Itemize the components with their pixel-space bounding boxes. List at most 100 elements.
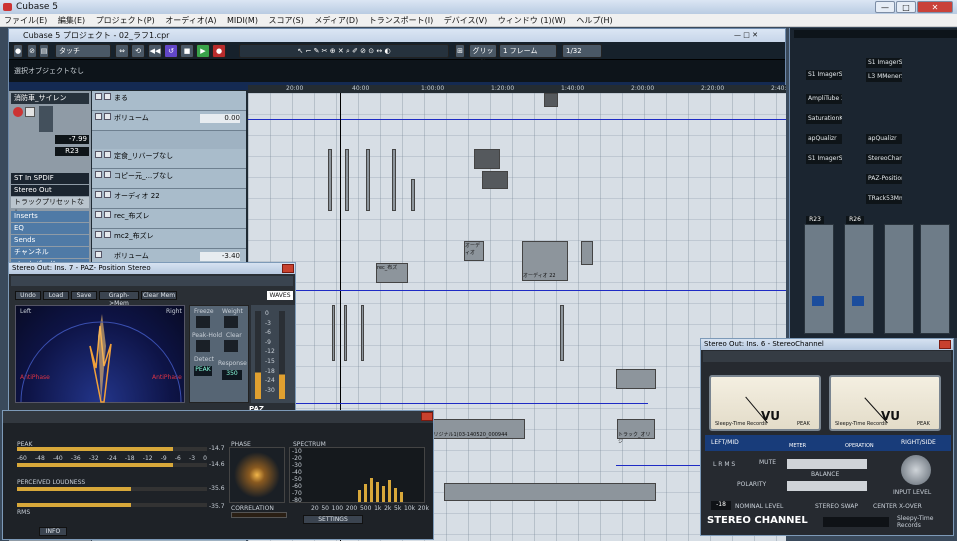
audio-event[interactable] — [560, 305, 564, 361]
inspector-sends[interactable]: Sends — [11, 235, 89, 246]
insert-slot[interactable]: apQualizr — [866, 134, 902, 144]
menu-transport[interactable]: トランスポート(I) — [369, 16, 433, 25]
clear-button[interactable] — [224, 340, 238, 352]
track-row[interactable]: ボリューム 0.00 — [92, 111, 246, 131]
tool-buttons[interactable]: ↖ ⌐ ✎ ✂ ⊕ ✕ ⌕ ✐ ⊘ ⊙ ↔ ◐ — [239, 44, 449, 58]
inspector-fader[interactable] — [39, 106, 53, 132]
track-row[interactable]: まる — [92, 91, 246, 111]
menu-help[interactable]: ヘルプ(H) — [576, 16, 612, 25]
track-row[interactable]: rec_布ズレ — [92, 209, 246, 229]
menu-edit[interactable]: 編集(E) — [58, 16, 85, 25]
automation-mode-select[interactable]: タッチ — [55, 44, 111, 58]
audio-event[interactable] — [332, 305, 335, 361]
audio-event[interactable] — [366, 149, 370, 211]
automation-value[interactable]: 0.00 — [200, 114, 240, 123]
mute-icon[interactable] — [95, 113, 102, 120]
menu-window[interactable]: ウィンドウ (1)(W) — [498, 16, 566, 25]
play-button[interactable]: ▶ — [196, 44, 210, 58]
insert-slot[interactable]: L3 MMenerSt — [866, 72, 902, 82]
audio-event[interactable]: オーディオ 22 — [522, 241, 568, 281]
audio-event[interactable]: rec_布ズ — [376, 263, 408, 283]
audio-event[interactable] — [344, 305, 347, 361]
inspector-eq[interactable]: EQ — [11, 223, 89, 234]
solo-icon[interactable] — [104, 231, 111, 238]
cycle-button[interactable]: ⟲ — [131, 44, 145, 58]
menu-file[interactable]: ファイル(E) — [4, 16, 47, 25]
rewind-button[interactable]: ◀◀ — [148, 44, 162, 58]
close-icon[interactable] — [282, 264, 294, 273]
menu-project[interactable]: プロジェクト(P) — [96, 16, 155, 25]
pan-readout[interactable]: R23 — [806, 216, 824, 224]
audio-event[interactable]: トラック_オリジ — [617, 419, 655, 445]
solo-icon[interactable] — [104, 191, 111, 198]
mute-icon[interactable] — [95, 211, 102, 218]
insert-slot[interactable]: apQualizr — [806, 134, 842, 144]
insert-slot[interactable]: S1 ImagerSter — [866, 58, 902, 68]
audio-event[interactable] — [392, 149, 396, 211]
quantize-select[interactable]: 1/32 — [562, 44, 602, 58]
channel-strip[interactable] — [884, 224, 914, 334]
inspector-track-name[interactable]: 消防車_サイレン — [11, 93, 89, 104]
mute-icon[interactable] — [95, 171, 102, 178]
insert-slot[interactable]: StereoChannel — [866, 154, 902, 164]
inspector-channel[interactable]: チャンネル — [11, 247, 89, 258]
track-row[interactable]: オーディオ 22 — [92, 189, 246, 209]
mute-icon[interactable] — [95, 151, 102, 158]
close-icon[interactable] — [421, 412, 433, 421]
minimize-button[interactable]: — — [875, 1, 895, 13]
insert-slot[interactable]: TRack53Mmng — [866, 194, 902, 204]
settings-button[interactable]: SETTINGS — [303, 515, 363, 524]
mute-icon[interactable] — [95, 93, 102, 100]
close-icon[interactable] — [939, 340, 951, 349]
loop-button[interactable]: ↺ — [164, 44, 178, 58]
fader-cap[interactable] — [852, 296, 864, 306]
output-routing[interactable]: Stereo Out — [11, 185, 89, 196]
clear-mem-button[interactable]: Clear Mem — [141, 291, 177, 300]
mute-icon[interactable] — [95, 231, 102, 238]
peak-hold-button[interactable] — [196, 340, 210, 352]
close-button[interactable]: ✕ — [917, 1, 953, 13]
info-button[interactable]: INFO — [39, 527, 67, 536]
inspector-inserts[interactable]: Inserts — [11, 211, 89, 222]
timeline-ruler[interactable]: 20:00 40:00 1:00:00 1:20:00 1:40:00 2:00… — [248, 85, 787, 93]
detect-mode[interactable]: PEAK — [194, 366, 212, 376]
automation-value[interactable]: -3.40 — [200, 252, 240, 261]
input-level-knob[interactable] — [901, 455, 931, 485]
freeze-button[interactable] — [196, 316, 210, 328]
track-preset[interactable]: トラックプリセットなし — [11, 197, 89, 217]
pan-readout[interactable]: R26 — [846, 216, 864, 224]
input-routing[interactable]: ST In SPDIF — [11, 173, 89, 184]
auto-scroll-button[interactable]: ⇔ — [115, 44, 129, 58]
record-enable-icon[interactable] — [13, 107, 23, 117]
insert-slot[interactable]: PAZ-PositionStr — [866, 174, 902, 184]
fader-cap[interactable] — [812, 296, 824, 306]
grid-value-select[interactable]: 1 フレーム — [499, 44, 557, 58]
channel-strip[interactable] — [844, 224, 874, 334]
menu-devices[interactable]: デバイス(V) — [444, 16, 487, 25]
audio-event[interactable] — [544, 93, 558, 107]
audio-event[interactable] — [345, 149, 349, 211]
pan-readout[interactable]: R23 — [55, 147, 89, 156]
track-row[interactable]: mc2_布ズレ — [92, 229, 246, 249]
load-button[interactable]: Load — [43, 291, 69, 300]
insert-slot[interactable]: AmpliTube 3 — [806, 94, 842, 104]
undo-button[interactable]: Undo — [15, 291, 41, 300]
balance-slider[interactable] — [787, 459, 867, 469]
audio-event[interactable] — [444, 483, 656, 501]
mute-icon[interactable] — [95, 251, 102, 258]
stop-button[interactable]: ■ — [180, 44, 194, 58]
constrain-delay-button[interactable]: ⊘ — [27, 44, 37, 58]
grid-type-select[interactable]: グリッド — [469, 44, 497, 67]
graph-mem-button[interactable]: Graph->Mem — [99, 291, 139, 307]
menu-audio[interactable]: オーディオ(A) — [165, 16, 216, 25]
channel-strip[interactable] — [804, 224, 834, 334]
project-window-controls[interactable]: — □ ✕ — [734, 30, 782, 40]
audio-event[interactable] — [482, 171, 508, 189]
audio-event[interactable] — [361, 305, 364, 361]
weight-button[interactable] — [224, 316, 238, 328]
audio-event[interactable] — [328, 149, 332, 211]
audio-event[interactable] — [411, 179, 415, 211]
menu-midi[interactable]: MIDI(M) — [227, 16, 258, 25]
track-row[interactable]: コピー元_...ブなし — [92, 169, 246, 189]
volume-readout[interactable]: -7.99 — [55, 135, 89, 144]
